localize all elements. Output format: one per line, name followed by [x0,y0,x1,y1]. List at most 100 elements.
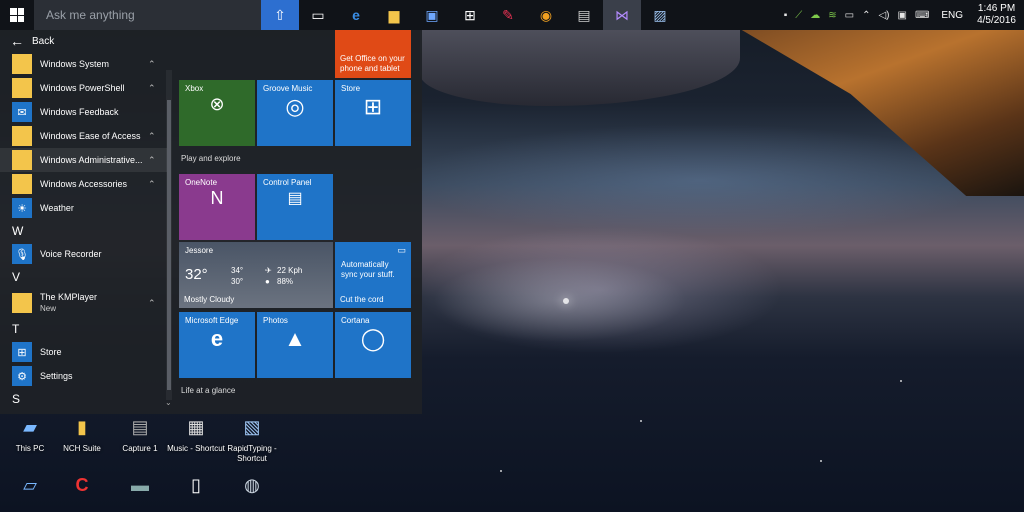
folder-icon [12,293,32,313]
battery-icon[interactable]: ▭ [845,10,854,21]
tool-icon[interactable]: ▤ [565,0,603,30]
letter-header-s[interactable]: S [0,388,170,410]
capture-icon: ▤ [131,416,149,437]
desktop-icon-drive[interactable]: ▱ [0,472,60,500]
desktop-icon-capture[interactable]: ▤ Capture 1 [110,412,170,454]
tip-body: Automatically sync your stuff. [341,260,395,279]
tile-cortana[interactable]: ◯ Cortana [335,312,411,378]
tile-xbox[interactable]: ⊗ Xbox [179,80,255,146]
desktop-icon-ccleaner[interactable]: C [52,472,112,500]
desktop-icon-screenshot[interactable]: ▬ [110,472,170,500]
folder-icon [12,150,32,170]
letter-header-v[interactable]: V [0,266,170,288]
app-item-voice-recorder[interactable]: 🎙 Voice Recorder [0,242,170,266]
app-item[interactable]: Windows Accessories ⌃ [0,172,170,196]
wallpaper-star [563,298,569,304]
xbox-icon: ⊗ [209,94,225,114]
app-item[interactable]: Windows PowerShell ⌃ [0,76,170,100]
back-arrow-icon: ← [10,33,24,49]
onenote-icon: N [210,188,224,208]
app-item[interactable]: ☀ Weather [0,196,170,220]
tile-weather[interactable]: Jessore 32° 34° 30° ✈ 22 Kph ● 88% Mostl… [179,242,333,308]
desktop-icon-rapidtyping[interactable]: ▧ RapidTyping - Shortcut [222,412,282,464]
back-button[interactable]: ← Back [0,30,170,52]
chevron-up-icon[interactable]: ⌃ [862,10,870,21]
weather-humidity: 88% [277,277,294,286]
tile-microsoft-edge[interactable]: e Microsoft Edge [179,312,255,378]
app-label: Windows PowerShell [40,83,125,93]
task-view-icon[interactable]: ▭ [299,0,337,30]
network-icon[interactable]: ⟋ [795,10,802,21]
weather-condition: Mostly Cloudy [184,295,235,304]
scrollbar-thumb[interactable] [167,100,171,390]
windows-logo-icon [10,8,24,22]
tile-control-panel[interactable]: ▤ Control Panel [257,174,333,240]
tile-get-office[interactable]: Get Office on your phone and tablet [335,30,411,78]
signal-icon[interactable]: ≋ [828,10,836,21]
cloud-icon[interactable]: ☁ [810,10,820,21]
desktop-icon-label: RapidTyping - Shortcut [227,444,277,463]
wallpaper-star [820,460,822,462]
app-icon: ◍ [244,474,260,495]
tile-groove-music[interactable]: ◎ Groove Music [257,80,333,146]
edge-icon: e [210,326,224,351]
notification-icon[interactable]: ▣ [898,10,907,21]
desktop-icon-document[interactable]: ▯ [166,472,226,500]
desktop-icon-label: This PC [15,444,45,453]
app-item[interactable]: Windows Administrative... ⌃ [0,148,170,172]
computer-icon: ▰ [23,416,37,437]
store-icon: ⊞ [12,342,32,362]
tile-onenote[interactable]: N OneNote [179,174,255,240]
clock[interactable]: 1:46 PM 4/5/2016 [977,3,1016,27]
nch-icon: ▮ [77,416,87,437]
folder-icon [12,78,32,98]
app-label: The KMPlayer [40,292,98,302]
app-item[interactable]: Windows Ease of Access ⌃ [0,124,170,148]
tile-group-title-play[interactable]: Play and explore [181,154,241,163]
language-indicator[interactable]: ENG [941,10,963,21]
ccleaner-icon: C [75,474,89,495]
app-item-settings[interactable]: ⚙ Settings [0,364,170,388]
app-item[interactable]: ✉ Windows Feedback [0,100,170,124]
tile-label: Control Panel [263,178,312,187]
app-item-store[interactable]: ⊞ Store [0,340,170,364]
scroll-arrow-icon[interactable]: ⌄ [165,398,172,407]
search-box[interactable]: Ask me anything [34,0,261,30]
keyboard-icon[interactable]: ⌨ [915,10,929,21]
photo-icon[interactable]: ▨ [641,0,679,30]
upload-icon[interactable]: ⇧ [261,0,299,30]
tile-label: Cortana [341,316,370,325]
app-list-scrollbar[interactable] [166,70,172,400]
volume-icon[interactable]: ◁) [878,10,889,21]
app-label: Windows System [40,59,110,69]
desktop-icon-label: NCH Suite [63,444,101,453]
app-item-kmplayer[interactable]: The KMPlayer New ⌃ [0,288,170,318]
chrome-icon[interactable]: ◉ [527,0,565,30]
letter-header-w[interactable]: W [0,220,170,242]
desktop-icon-this-pc[interactable]: ▰ This PC [0,412,60,454]
tile-cortana-tip[interactable]: ▭ Automatically sync your stuff. Cut the… [335,242,411,308]
desktop-icon-nch-suite[interactable]: ▮ NCH Suite [52,412,112,454]
start-button[interactable] [0,0,34,30]
pf-icon[interactable]: ▣ [413,0,451,30]
wind-icon: ✈ [265,266,272,275]
desktop-icon-music-shortcut[interactable]: ▦ Music - Shortcut [166,412,226,454]
media-icon[interactable]: ⋈ [603,0,641,30]
explorer-icon[interactable]: ▆ [375,0,413,30]
tile-group-title-glance[interactable]: Life at a glance [181,386,235,395]
app-label: Settings [40,371,73,381]
letter-header-t[interactable]: T [0,318,170,340]
weather-hi: 34° [231,266,244,275]
wallpaper-star [500,470,502,472]
save-icon[interactable]: ▪ [784,10,788,21]
store-icon[interactable]: ⊞ [451,0,489,30]
tile-photos[interactable]: ▲ Photos [257,312,333,378]
edge-icon[interactable]: e [337,0,375,30]
paint-icon[interactable]: ✎ [489,0,527,30]
desktop-icon-label: Music - Shortcut [167,444,225,453]
folder-icon [12,174,32,194]
app-item[interactable]: Windows System ⌃ [0,52,170,76]
desktop-icon-app[interactable]: ◍ [222,472,282,500]
chevron-down-icon: ⌃ [148,82,156,93]
tile-store[interactable]: ⊞ Store [335,80,411,146]
